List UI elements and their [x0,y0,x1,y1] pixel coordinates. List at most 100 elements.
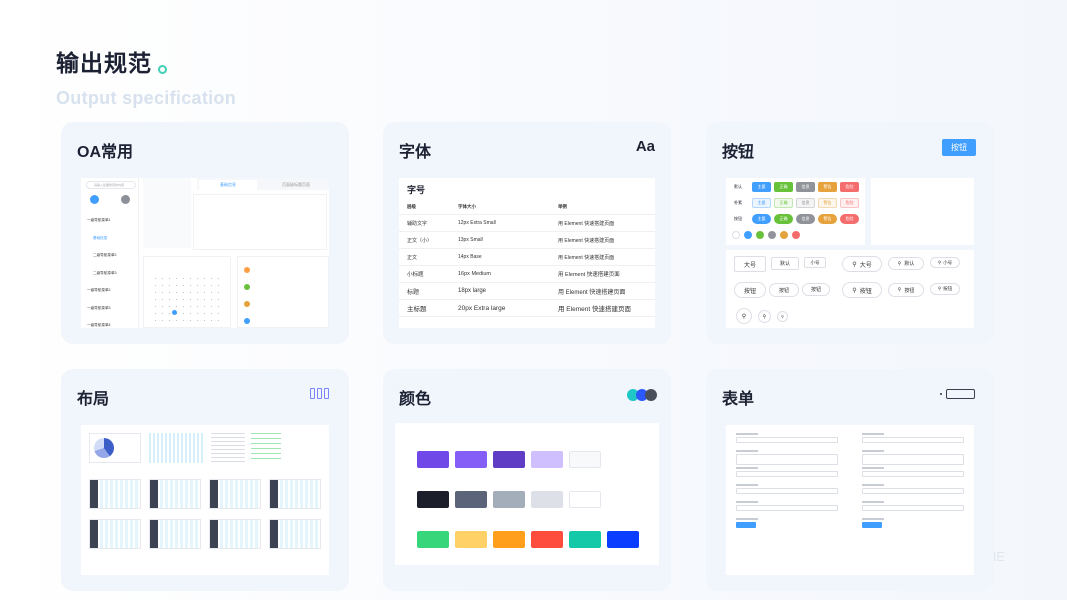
round-large-button[interactable]: 按钮 [734,282,766,298]
warning-round-button[interactable]: 警告 [818,214,837,224]
round-icon-button[interactable]: ⚲ 按钮 [842,282,882,298]
card-color[interactable]: 颜色 [383,369,671,591]
oa-nav-panel [143,178,191,248]
card-color-preview [395,423,659,565]
layout-page-thumb [149,519,201,549]
circle-search-default-icon[interactable]: ⚲ [758,310,771,323]
form-input[interactable] [862,471,964,477]
layout-page-thumb [149,479,201,509]
color-swatch [417,531,449,548]
oa-msg-avatar [244,267,250,273]
card-color-title: 颜色 [399,391,432,408]
circle-warning-icon[interactable] [780,231,788,239]
layout-sidebar-bar [270,520,278,548]
circle-success-icon[interactable] [756,231,764,239]
search-icon: ⚲ [937,286,942,291]
default-button[interactable]: 默认 [771,257,799,270]
card-oa[interactable]: OA常用 请输入您要搜索的内容 一级导航菜单1 基础信息 二级导航菜单2 二级导… [61,122,349,344]
oa-tab: 页面级标题页面 [282,182,310,187]
color-swatch [607,531,639,548]
form-input[interactable] [862,488,964,494]
form-input[interactable] [862,454,964,465]
round-default-button[interactable]: 按钮 [769,283,799,297]
info-plain-button[interactable]: 信息 [796,198,815,208]
form-input[interactable] [862,505,964,511]
search-icon: ⚲ [897,260,902,267]
table-row: 主标题 20px Extra large 用 Element 快速搭建页面 [399,299,655,317]
search-icon: ⚲ [897,287,902,293]
card-form[interactable]: 表单 [706,369,994,591]
form-input-icon [940,389,976,399]
oa-detail-panel [193,194,327,250]
default-icon-button[interactable]: ⚲ 默认 [888,257,924,270]
circle-default-icon[interactable] [732,231,740,239]
form-input[interactable] [862,522,882,528]
primary-button[interactable]: 主要 [752,182,771,192]
circle-search-small-icon[interactable]: ⚲ [777,311,788,322]
form-input[interactable] [736,488,838,494]
oa-menu-item: 一级导航菜单3 [87,305,111,310]
layout-page-thumb [269,479,321,509]
card-layout-preview [81,425,329,575]
color-swatch [569,451,601,468]
oa-calendar [143,256,231,328]
card-button-title: 按钮 [722,144,755,161]
circle-danger-icon[interactable] [792,231,800,239]
primary-round-button[interactable]: 主要 [752,214,771,224]
table-cell: 用 Element 快速搭建页面 [554,214,655,232]
info-round-button[interactable]: 信息 [796,214,815,224]
danger-round-button[interactable]: 危险 [840,214,859,224]
oa-menu-item: 一级导航菜单4 [87,323,111,327]
form-input[interactable] [736,522,756,528]
primary-plain-button[interactable]: 主要 [752,198,771,208]
danger-button[interactable]: 危险 [840,182,859,192]
small-icon-button[interactable]: ⚲ 小号 [930,257,960,268]
layout-grid-thumb [149,433,205,463]
large-button[interactable]: 大号 [734,256,766,272]
layout-sidebar-bar [210,520,218,548]
success-plain-button[interactable]: 正确 [774,198,793,208]
circle-info-icon[interactable] [768,231,776,239]
danger-plain-button[interactable]: 危险 [840,198,859,208]
success-button[interactable]: 正确 [774,182,793,192]
button-sizes-panel: 大号 默认 小号 ⚲ 大号 ⚲ 默认 ⚲ 小号 按钮 按钮 按钮 ⚲ 按钮 ⚲ 按钮 ⚲ 按… [726,250,974,328]
table-row: 正文（小） 13px Small 用 Element 快速搭建页面 [399,231,655,249]
card-layout[interactable]: 布局 [61,369,349,591]
table-cell: 用 Element 快速搭建页面 [554,231,655,249]
circle-search-large-icon[interactable]: ⚲ [736,308,752,324]
form-input[interactable] [736,437,838,443]
form-label [736,450,758,452]
form-input[interactable] [736,454,838,465]
sample-primary-button[interactable]: 按钮 [942,139,976,156]
card-oa-title: OA常用 [77,144,134,161]
large-icon-button-label: 大号 [859,262,872,269]
table-cell: 正文（小） [399,231,454,249]
small-button[interactable]: 小号 [804,257,826,268]
table-header-row: 层级 字体大小 举例 [399,200,655,215]
font-table-heading: 字号 [407,185,426,195]
form-input[interactable] [736,471,838,477]
large-icon-button[interactable]: ⚲ 大号 [842,256,882,272]
form-input[interactable] [736,505,838,511]
card-button[interactable]: 按钮 按钮 默认 朴素 按钮 主要 正确 信息 警告 危险 主要 正确 信息 警… [706,122,994,344]
form-label [862,467,884,469]
table-cell: 13px Small [454,231,554,249]
table-cell: 标题 [399,282,454,300]
color-swatch [531,531,563,548]
round-small-button[interactable]: 按钮 [802,283,830,296]
color-dot-gray [645,389,657,401]
form-label [736,484,758,486]
label-default: 默认 [734,184,742,189]
form-input[interactable] [862,437,964,443]
oa-sidebar: 请输入您要搜索的内容 一级导航菜单1 基础信息 二级导航菜单2 二级导航菜单3 … [81,178,139,328]
success-round-button[interactable]: 正确 [774,214,793,224]
round-icon-default-button[interactable]: ⚲ 按钮 [888,283,924,297]
warning-button[interactable]: 警告 [818,182,837,192]
round-icon-small-button[interactable]: ⚲ 按钮 [930,283,960,295]
page-title: 输出规范 [56,44,236,78]
circle-primary-icon[interactable] [744,231,752,239]
card-font[interactable]: 字体 Aa 字号 层级 字体大小 举例 辅助文字 12px Extra Small… [383,122,671,344]
warning-plain-button[interactable]: 警告 [818,198,837,208]
info-button[interactable]: 信息 [796,182,815,192]
card-form-preview [726,425,974,575]
